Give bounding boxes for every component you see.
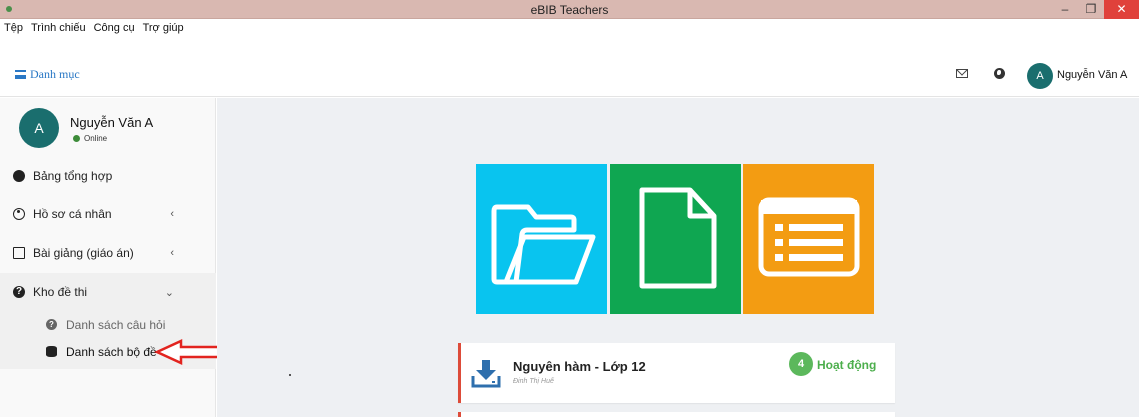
- window-titlebar: eBIB Teachers – ❐ ✕: [0, 0, 1139, 19]
- question-icon: ?: [46, 319, 57, 330]
- menu-file[interactable]: Tệp: [4, 20, 23, 36]
- menu-toggle-label: Danh mục: [30, 67, 80, 81]
- menu-bar: Tệp Trình chiếu Công cụ Trợ giúp: [0, 20, 1139, 36]
- sidebar-item-label: Hồ sơ cá nhân: [33, 207, 112, 221]
- app-header: Danh mục A Nguyễn Văn A: [0, 53, 1139, 97]
- minimize-button[interactable]: –: [1052, 0, 1078, 19]
- sidebar-subitem-label: Danh sách câu hỏi: [66, 318, 166, 332]
- window-title: eBIB Teachers: [530, 3, 609, 17]
- online-status: Online: [73, 134, 107, 143]
- download-icon: [471, 360, 501, 388]
- list-icon: [758, 197, 860, 277]
- menu-slideshow[interactable]: Trình chiếu: [31, 20, 86, 36]
- status-label: Online: [84, 134, 108, 143]
- folder-tile[interactable]: [476, 164, 607, 314]
- profile-name: Nguyễn Văn A: [70, 115, 154, 130]
- list-tile[interactable]: [743, 164, 874, 314]
- stray-dot: [289, 374, 291, 376]
- main-content: Nguyên hàm - Lớp 12 Đinh Thị Huế 4 Hoạt …: [217, 98, 1139, 417]
- dashboard-icon: [13, 170, 25, 182]
- user-circle-icon: [13, 208, 25, 220]
- sidebar-item-label: Kho đề thi: [33, 285, 88, 299]
- exam-author: Đinh Thị Huế: [513, 378, 554, 385]
- count-badge: 4: [789, 352, 813, 376]
- hamburger-icon: [15, 70, 26, 79]
- mail-icon[interactable]: [956, 69, 968, 78]
- chevron-down-icon: ⌄: [164, 287, 174, 299]
- folder-open-icon: [491, 204, 596, 285]
- sidebar-subitem-label: Danh sách bộ đề: [66, 345, 157, 359]
- status-dot-icon: [73, 135, 80, 142]
- sidebar: A Nguyễn Văn A Online Bảng tổng hợp Hồ s…: [0, 98, 216, 417]
- sidebar-item-label: Bảng tổng hợp: [33, 169, 113, 183]
- menu-toggle-button[interactable]: Danh mục: [15, 67, 80, 82]
- menu-tools[interactable]: Công cụ: [94, 20, 135, 36]
- file-icon: [639, 187, 717, 289]
- question-icon: ?: [13, 286, 25, 298]
- newspaper-icon: [13, 247, 25, 259]
- close-button[interactable]: ✕: [1104, 0, 1139, 19]
- chevron-left-icon: ‹: [170, 208, 174, 220]
- globe-icon[interactable]: [994, 68, 1005, 79]
- sidebar-subitem-question-list[interactable]: ? Danh sách câu hỏi: [0, 314, 216, 336]
- avatar[interactable]: A: [1027, 63, 1053, 89]
- sidebar-item-dashboard[interactable]: Bảng tổng hợp: [0, 157, 216, 195]
- sidebar-item-exam-bank[interactable]: ? Kho đề thi ⌄: [0, 273, 216, 311]
- menu-help[interactable]: Trợ giúp: [143, 20, 184, 36]
- exam-card[interactable]: Nguyên hàm - Lớp 12 Đinh Thị Huế 4 Hoạt …: [458, 343, 895, 403]
- sidebar-item-lessons[interactable]: Bài giảng (giáo án) ‹: [0, 234, 216, 272]
- exam-card-partial[interactable]: [458, 412, 895, 417]
- profile-avatar: A: [19, 108, 59, 148]
- database-icon: [46, 346, 57, 357]
- chevron-left-icon: ‹: [170, 247, 174, 259]
- file-tile[interactable]: [610, 164, 741, 314]
- user-name[interactable]: Nguyễn Văn A: [1057, 69, 1127, 81]
- maximize-button[interactable]: ❐: [1078, 0, 1104, 19]
- sidebar-item-profile[interactable]: Hồ sơ cá nhân ‹: [0, 195, 216, 233]
- exam-title: Nguyên hàm - Lớp 12: [513, 359, 646, 374]
- status-badge: Hoạt động: [817, 358, 877, 372]
- sidebar-item-label: Bài giảng (giáo án): [33, 246, 134, 260]
